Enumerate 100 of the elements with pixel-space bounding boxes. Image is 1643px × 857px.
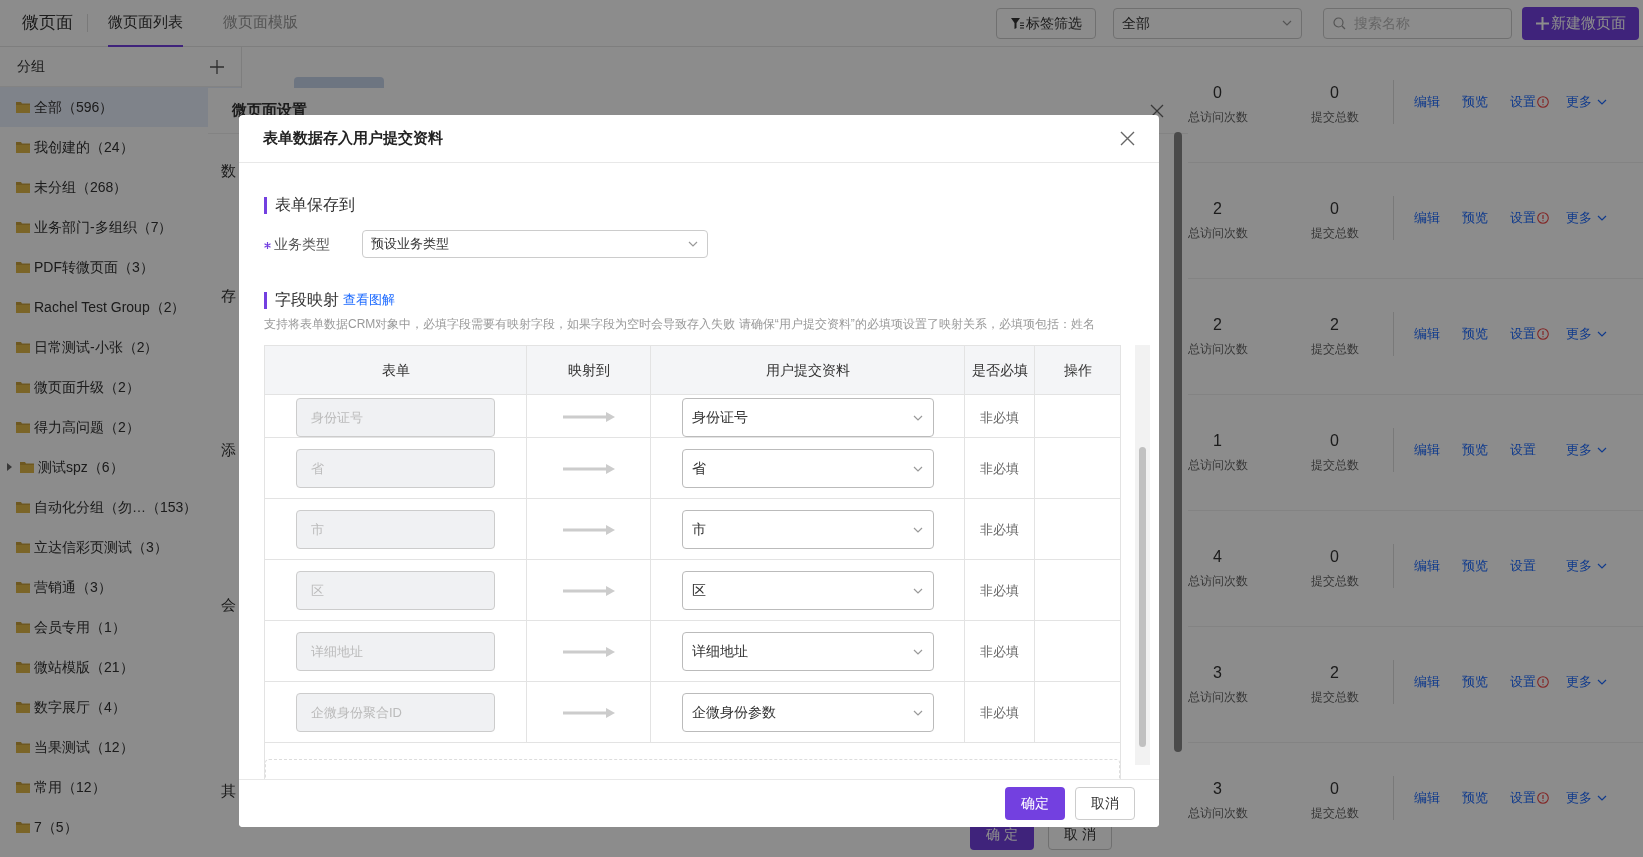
- target-field-select[interactable]: 详细地址: [681, 632, 934, 671]
- target-field-select[interactable]: 企微身份参数: [681, 693, 934, 732]
- preview-link[interactable]: 预览: [1462, 556, 1488, 576]
- section-label: 数: [221, 161, 236, 181]
- warning-icon: [1537, 792, 1549, 804]
- arrow-icon: [562, 646, 615, 657]
- section-label: 存: [221, 286, 236, 306]
- scope-select[interactable]: 全部: [1113, 7, 1302, 39]
- field-label: 业务类型: [264, 233, 362, 255]
- edit-link[interactable]: 编辑: [1414, 92, 1440, 112]
- tab[interactable]: 微页面列表: [108, 0, 183, 47]
- edit-link[interactable]: 编辑: [1414, 208, 1440, 228]
- visit-count: 2: [1213, 315, 1222, 335]
- app-title: 微页面: [0, 14, 88, 32]
- settings-link[interactable]: 设置: [1510, 440, 1556, 460]
- cancel-button[interactable]: 取消: [1075, 787, 1135, 820]
- folder-icon: [16, 661, 30, 673]
- column-header: 是否必填: [965, 346, 1035, 394]
- scrollbar-thumb[interactable]: [1174, 132, 1182, 752]
- settings-link[interactable]: 设置: [1510, 324, 1556, 344]
- group-item[interactable]: 日常测试-小张（2）: [0, 327, 241, 367]
- visit-count: 3: [1213, 779, 1222, 799]
- folder-icon: [16, 541, 30, 553]
- folder-icon: [16, 141, 30, 153]
- target-field-select[interactable]: 市: [681, 510, 934, 549]
- edit-link[interactable]: 编辑: [1414, 556, 1440, 576]
- group-item[interactable]: 立达信彩页测试（3）: [0, 527, 241, 567]
- settings-link[interactable]: 设置: [1510, 208, 1556, 228]
- column-header: 表单: [265, 346, 527, 394]
- group-item[interactable]: 业务部门-多组织（7）: [0, 207, 241, 247]
- more-link[interactable]: 更多: [1566, 208, 1608, 228]
- more-link[interactable]: 更多: [1566, 556, 1608, 576]
- settings-link[interactable]: 设置: [1510, 556, 1556, 576]
- section-title: 字段映射: [275, 290, 339, 310]
- group-item[interactable]: 数字展厅（4）: [0, 687, 241, 727]
- sidebar-title: 分组: [17, 57, 45, 76]
- visit-label: 总访问次数: [1187, 573, 1248, 590]
- group-item[interactable]: 当果测试（12）: [0, 727, 241, 767]
- preview-link[interactable]: 预览: [1462, 92, 1488, 112]
- folder-icon: [16, 341, 30, 353]
- folder-icon: [16, 781, 30, 793]
- confirm-button[interactable]: 确定: [1005, 787, 1065, 820]
- group-item[interactable]: 7（5）: [0, 807, 241, 847]
- folder-icon: [16, 621, 30, 633]
- more-link[interactable]: 更多: [1566, 672, 1608, 692]
- visit-count: 0: [1213, 83, 1222, 103]
- preview-link[interactable]: 预览: [1462, 672, 1488, 692]
- settings-link[interactable]: 设置: [1510, 92, 1556, 112]
- folder-icon: [16, 701, 30, 713]
- required-status: 非必填: [980, 642, 1019, 661]
- more-link[interactable]: 更多: [1566, 788, 1608, 808]
- business-type-select[interactable]: 预设业务类型: [362, 230, 708, 258]
- preview-link[interactable]: 预览: [1462, 440, 1488, 460]
- visit-label: 总访问次数: [1187, 457, 1248, 474]
- group-item[interactable]: PDF转微页面（3）: [0, 247, 241, 287]
- folder-icon: [16, 581, 30, 593]
- submission-count: 0: [1330, 779, 1339, 799]
- diagram-link[interactable]: 查看图解: [343, 290, 395, 310]
- required-status: 非必填: [980, 520, 1019, 539]
- group-item[interactable]: 自动化分组（勿…（153）: [0, 487, 241, 527]
- edit-link[interactable]: 编辑: [1414, 672, 1440, 692]
- expand-arrow-icon: [7, 463, 12, 471]
- arrow-icon: [562, 463, 615, 474]
- add-icon: [210, 59, 224, 74]
- settings-link[interactable]: 设置: [1510, 788, 1556, 808]
- submission-label: 提交总数: [1310, 341, 1359, 358]
- target-field-select[interactable]: 区: [681, 571, 934, 610]
- target-field-select[interactable]: 省: [681, 449, 934, 488]
- folder-icon: [16, 181, 30, 193]
- visit-label: 总访问次数: [1187, 805, 1248, 822]
- more-link[interactable]: 更多: [1566, 440, 1608, 460]
- search-icon: [1333, 16, 1346, 30]
- group-item[interactable]: 微站模版（21）: [0, 647, 241, 687]
- preview-link[interactable]: 预览: [1462, 324, 1488, 344]
- folder-icon: [16, 101, 30, 113]
- scrollbar-thumb[interactable]: [1139, 447, 1146, 747]
- warning-icon: [1537, 328, 1549, 340]
- submission-count: 2: [1330, 663, 1339, 683]
- more-link[interactable]: 更多: [1566, 324, 1608, 344]
- group-item[interactable]: 微页面升级（2）: [0, 367, 241, 407]
- plus-icon: [1535, 16, 1549, 30]
- column-header: 操作: [1062, 360, 1093, 380]
- visit-count: 3: [1213, 663, 1222, 683]
- edit-link[interactable]: 编辑: [1414, 788, 1440, 808]
- tag-filter-button[interactable]: 标签筛选: [996, 7, 1096, 39]
- new-page-button[interactable]: 新建微页面: [1522, 6, 1639, 40]
- settings-link[interactable]: 设置: [1510, 672, 1556, 692]
- required-status: 非必填: [980, 703, 1019, 722]
- more-link[interactable]: 更多: [1566, 92, 1608, 112]
- visit-count: 4: [1213, 547, 1222, 567]
- preview-link[interactable]: 预览: [1462, 788, 1488, 808]
- arrow-icon: [562, 524, 615, 535]
- edit-link[interactable]: 编辑: [1414, 440, 1440, 460]
- preview-link[interactable]: 预览: [1462, 208, 1488, 228]
- visit-count: 1: [1213, 431, 1222, 451]
- target-field-select[interactable]: 身份证号: [681, 398, 934, 437]
- edit-link[interactable]: 编辑: [1414, 324, 1440, 344]
- submission-count: 0: [1330, 431, 1339, 451]
- visit-label: 总访问次数: [1187, 225, 1248, 242]
- arrow-icon: [562, 585, 615, 596]
